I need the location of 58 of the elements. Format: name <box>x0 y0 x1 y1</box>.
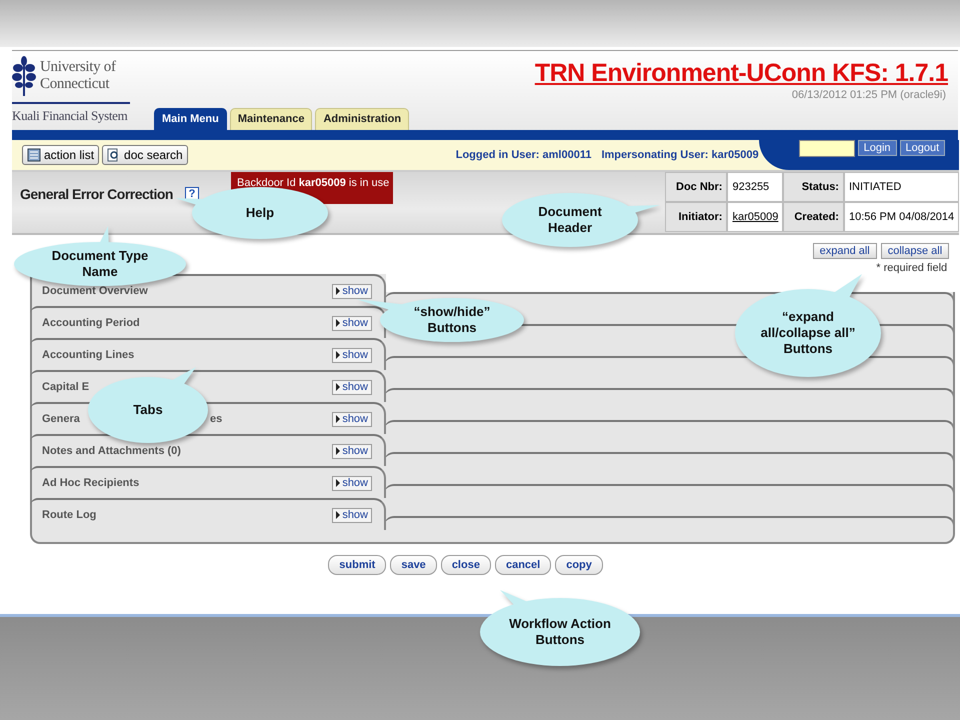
callout-label: Workflow Action Buttons <box>508 616 612 648</box>
action-button[interactable]: close <box>440 555 491 575</box>
expand-button[interactable]: collapse all <box>880 243 950 259</box>
section-label: Genera <box>42 413 80 425</box>
callout-label: Tabs <box>132 402 164 418</box>
nav-tab[interactable]: Main Menu <box>154 108 227 130</box>
section-label: Notes and Attachments (0) <box>42 445 181 457</box>
nav-tab[interactable]: Maintenance <box>230 108 312 130</box>
header-label: Created: <box>783 202 844 232</box>
toolbar-button[interactable]: action list <box>22 145 100 165</box>
document-title: General Error Correction <box>20 186 173 202</box>
list-icon <box>27 148 41 162</box>
header-label: Initiator: <box>665 202 728 232</box>
login-button[interactable]: Login <box>858 140 897 156</box>
section-label: Accounting Period <box>42 317 140 329</box>
action-button[interactable]: cancel <box>494 555 552 575</box>
show-button[interactable]: show <box>332 284 372 298</box>
show-button[interactable]: show <box>332 348 372 362</box>
show-button[interactable]: show <box>332 380 372 394</box>
user-info: Impersonating User: kar05009 <box>601 149 759 161</box>
callout-label: Document Type Name <box>50 248 150 280</box>
callout-label: Document Header <box>537 204 603 236</box>
callout-label: Help <box>244 205 276 221</box>
header-value: INITIATED <box>844 172 960 202</box>
section-label: Ad Hoc Recipients <box>42 477 140 489</box>
header-label: Doc Nbr: <box>665 172 728 202</box>
login-button[interactable]: Logout <box>900 140 946 156</box>
action-button[interactable]: save <box>390 555 437 575</box>
show-button[interactable]: show <box>332 316 372 330</box>
logo-text: Connecticut <box>40 76 110 93</box>
section-label: Document Overview <box>42 285 148 297</box>
header-label: Status: <box>783 172 844 202</box>
section-label: Route Log <box>42 509 96 521</box>
show-button[interactable]: show <box>332 476 372 490</box>
user-info: Logged in User: aml00011 <box>456 149 592 161</box>
nav-tab[interactable]: Administration <box>315 108 410 130</box>
header-value: 10:56 PM 04/08/2014 <box>844 202 960 232</box>
action-button[interactable]: copy <box>555 555 603 575</box>
required-note: * required field <box>876 262 948 274</box>
header-value[interactable]: kar05009 <box>727 202 784 232</box>
callout-label: “show/hide” Buttons <box>412 304 492 336</box>
section-label: Accounting Lines <box>42 349 134 361</box>
action-button[interactable]: submit <box>328 555 386 575</box>
logo-subtitle: Kuali Financial System <box>12 108 128 124</box>
environment-title: TRN Environment-UConn KFS: 1.7.1 <box>534 59 948 87</box>
header-value: 923255 <box>727 172 784 202</box>
timestamp: 06/13/2012 01:25 PM (oracle9i) <box>792 89 946 102</box>
show-button[interactable]: show <box>332 508 372 522</box>
section-label: es <box>210 413 222 425</box>
show-button[interactable]: show <box>332 412 372 426</box>
callout-label: “expand all/collapse all” Buttons <box>760 309 856 357</box>
show-button[interactable]: show <box>332 444 372 458</box>
toolbar-button[interactable]: doc search <box>102 145 188 165</box>
logo-text: University of <box>40 59 116 76</box>
section-label: Capital E <box>42 381 90 393</box>
expand-button[interactable]: expand all <box>812 243 877 259</box>
oak-leaf-logo-icon <box>12 56 36 96</box>
login-field[interactable] <box>798 140 855 157</box>
